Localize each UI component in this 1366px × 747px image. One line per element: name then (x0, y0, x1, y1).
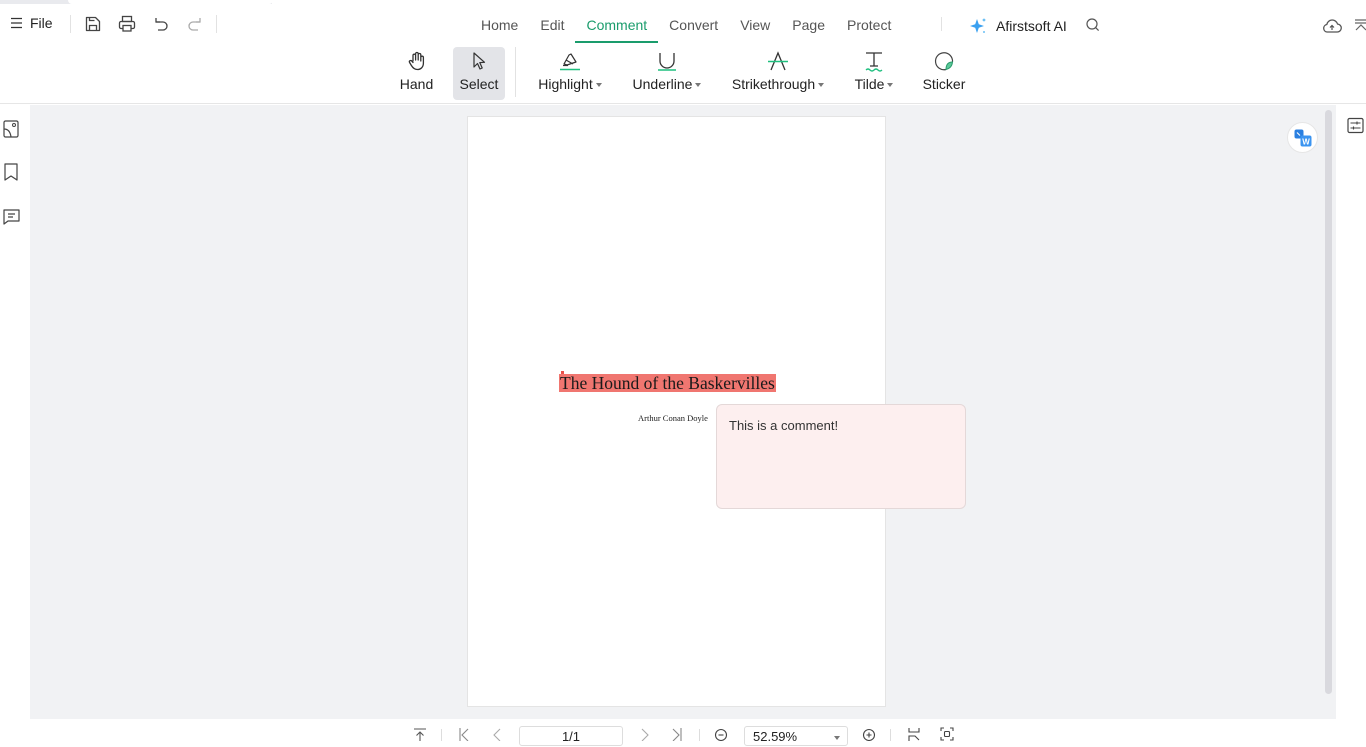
tab-view[interactable]: View (729, 8, 781, 42)
cursor-icon (473, 52, 486, 70)
underline-icon (658, 53, 676, 71)
dropdown-caret-icon[interactable] (818, 82, 825, 87)
fit-page-icon[interactable] (940, 727, 954, 741)
collapse-ribbon-icon[interactable] (1354, 18, 1366, 34)
divider (515, 47, 516, 97)
divider (70, 15, 71, 33)
previous-page-icon[interactable] (490, 727, 504, 741)
translate-icon: W (1294, 129, 1311, 146)
last-page-icon[interactable] (670, 727, 684, 741)
tilde-icon (865, 52, 883, 72)
tilde-tool-label: Tilde (854, 76, 885, 92)
strikethrough-tool-label: Strikethrough (731, 76, 816, 92)
sparkle-icon (970, 18, 986, 33)
left-sidebar-rail (0, 105, 30, 741)
ai-assistant-button[interactable]: Afirstsoft AI (968, 16, 1067, 36)
next-page-icon[interactable] (638, 727, 652, 741)
right-sidebar-rail (1336, 105, 1366, 741)
hand-tool-label: Hand (399, 76, 434, 92)
zoom-out-icon[interactable] (714, 727, 728, 741)
hand-icon (408, 51, 424, 71)
tab-edit[interactable]: Edit (529, 8, 575, 42)
fit-width-icon[interactable] (907, 727, 921, 741)
chevron-down-icon (834, 736, 840, 740)
comment-popup[interactable]: This is a comment! (716, 404, 966, 509)
zoom-level-value: 52.59% (753, 729, 798, 744)
divider (699, 729, 700, 741)
go-top-icon[interactable] (413, 727, 427, 741)
divider (441, 729, 442, 741)
sticker-tool-button[interactable]: Sticker (918, 47, 970, 100)
hamburger-icon (11, 17, 22, 29)
save-icon[interactable] (83, 14, 103, 34)
comment-text[interactable]: This is a comment! (729, 418, 838, 433)
file-menu-button[interactable]: File (10, 15, 53, 31)
bookmark-icon[interactable] (2, 162, 20, 182)
undo-icon[interactable] (151, 14, 171, 34)
tab-page[interactable]: Page (781, 8, 836, 42)
highlight-tool-button[interactable]: Highlight (533, 47, 607, 100)
comment-toolbar: Hand Select Highlight Underline Striketh… (0, 44, 1366, 104)
tab-protect[interactable]: Protect (836, 8, 902, 42)
thumbnails-icon[interactable] (2, 119, 20, 139)
zoom-in-icon[interactable] (862, 727, 876, 741)
sticker-icon (935, 52, 954, 71)
divider (216, 15, 217, 33)
redo-icon[interactable] (185, 14, 205, 34)
sticker-tool-label: Sticker (922, 76, 966, 92)
tab-home[interactable]: Home (470, 8, 529, 42)
tab-comment[interactable]: Comment (575, 8, 658, 43)
hand-tool-button[interactable]: Hand (394, 47, 439, 100)
svg-text:W: W (1302, 137, 1310, 146)
ribbon-tabs: Home Edit Comment Convert View Page Prot… (470, 8, 902, 43)
tilde-tool-button[interactable]: Tilde (850, 47, 898, 100)
page-number-input[interactable]: 1/1 (519, 726, 623, 746)
cloud-upload-icon[interactable] (1322, 18, 1342, 34)
divider (941, 17, 942, 31)
search-icon[interactable] (1085, 17, 1101, 33)
underline-tool-label: Underline (632, 76, 693, 92)
strikethrough-tool-button[interactable]: Strikethrough (726, 47, 830, 100)
comments-panel-icon[interactable] (2, 206, 20, 226)
translate-button[interactable]: W (1287, 122, 1318, 153)
highlighter-icon (560, 53, 580, 71)
strikethrough-icon (768, 51, 788, 71)
menu-bar: File Home Edit Comment Convert View Page… (0, 4, 1366, 44)
file-menu-label: File (30, 15, 53, 31)
highlight-tool-label: Highlight (538, 76, 593, 92)
vertical-scrollbar[interactable] (1325, 110, 1332, 694)
tab-convert[interactable]: Convert (658, 8, 729, 42)
select-tool-button[interactable]: Select (453, 47, 505, 100)
select-tool-label: Select (459, 76, 499, 92)
comment-anchor-marker[interactable] (561, 371, 564, 374)
ai-assistant-label: Afirstsoft AI (996, 18, 1067, 34)
highlighted-document-title[interactable]: The Hound of the Baskervilles (559, 374, 776, 392)
zoom-level-select[interactable]: 52.59% (744, 726, 848, 746)
divider (890, 729, 891, 741)
properties-panel-icon[interactable] (1347, 117, 1364, 134)
print-icon[interactable] (117, 14, 137, 34)
dropdown-caret-icon[interactable] (595, 82, 602, 87)
document-author: Arthur Conan Doyle (638, 413, 708, 423)
dropdown-caret-icon[interactable] (695, 82, 702, 87)
dropdown-caret-icon[interactable] (887, 82, 894, 87)
first-page-icon[interactable] (457, 727, 471, 741)
underline-tool-button[interactable]: Underline (628, 47, 706, 100)
